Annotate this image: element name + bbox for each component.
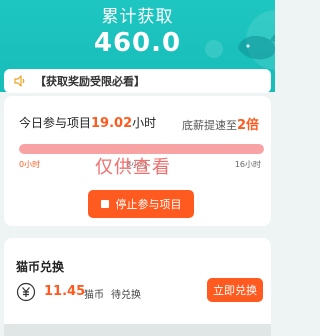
stop-project-button[interactable]: 停止参与项目 [88, 190, 194, 218]
salary-boost-label: 底薪提速至2倍 [181, 118, 259, 133]
stop-icon [100, 200, 109, 208]
total-earned-value: 460.0 [93, 28, 182, 58]
bottom-edge [4, 324, 271, 336]
coin-unit: 猫币 [84, 290, 104, 301]
notice-bar[interactable]: 【获取奖励受限必看】 [4, 69, 271, 93]
coin-exchange-card: 猫币兑换 11.45 猫币 待兑换 立即兑换 [4, 238, 271, 336]
today-hours-value: 19.02 [91, 116, 133, 131]
stop-project-label: 停止参与项目 [115, 198, 182, 211]
notice-text[interactable]: 【获取奖励受限必看】 [35, 73, 145, 89]
coin-amount: 11.45 [44, 284, 86, 299]
progress-tick-start: 0小时 [19, 160, 41, 169]
progress-tick-end: 16小时 [234, 160, 261, 169]
exchange-title: 猫币兑换 [16, 260, 65, 274]
redeem-now-button[interactable]: 立即兑换 [207, 278, 263, 302]
coin-status: 待兑换 [111, 290, 141, 301]
header-title: 累计获取 [101, 7, 174, 27]
salary-multiplier: 2倍 [236, 118, 259, 133]
today-hours-label: 今日参与项目19.02小时 [19, 116, 157, 131]
yuan-coin-icon [16, 282, 36, 302]
view-only-watermark: 仅供查看 [95, 157, 171, 178]
speaker-icon [14, 75, 25, 87]
